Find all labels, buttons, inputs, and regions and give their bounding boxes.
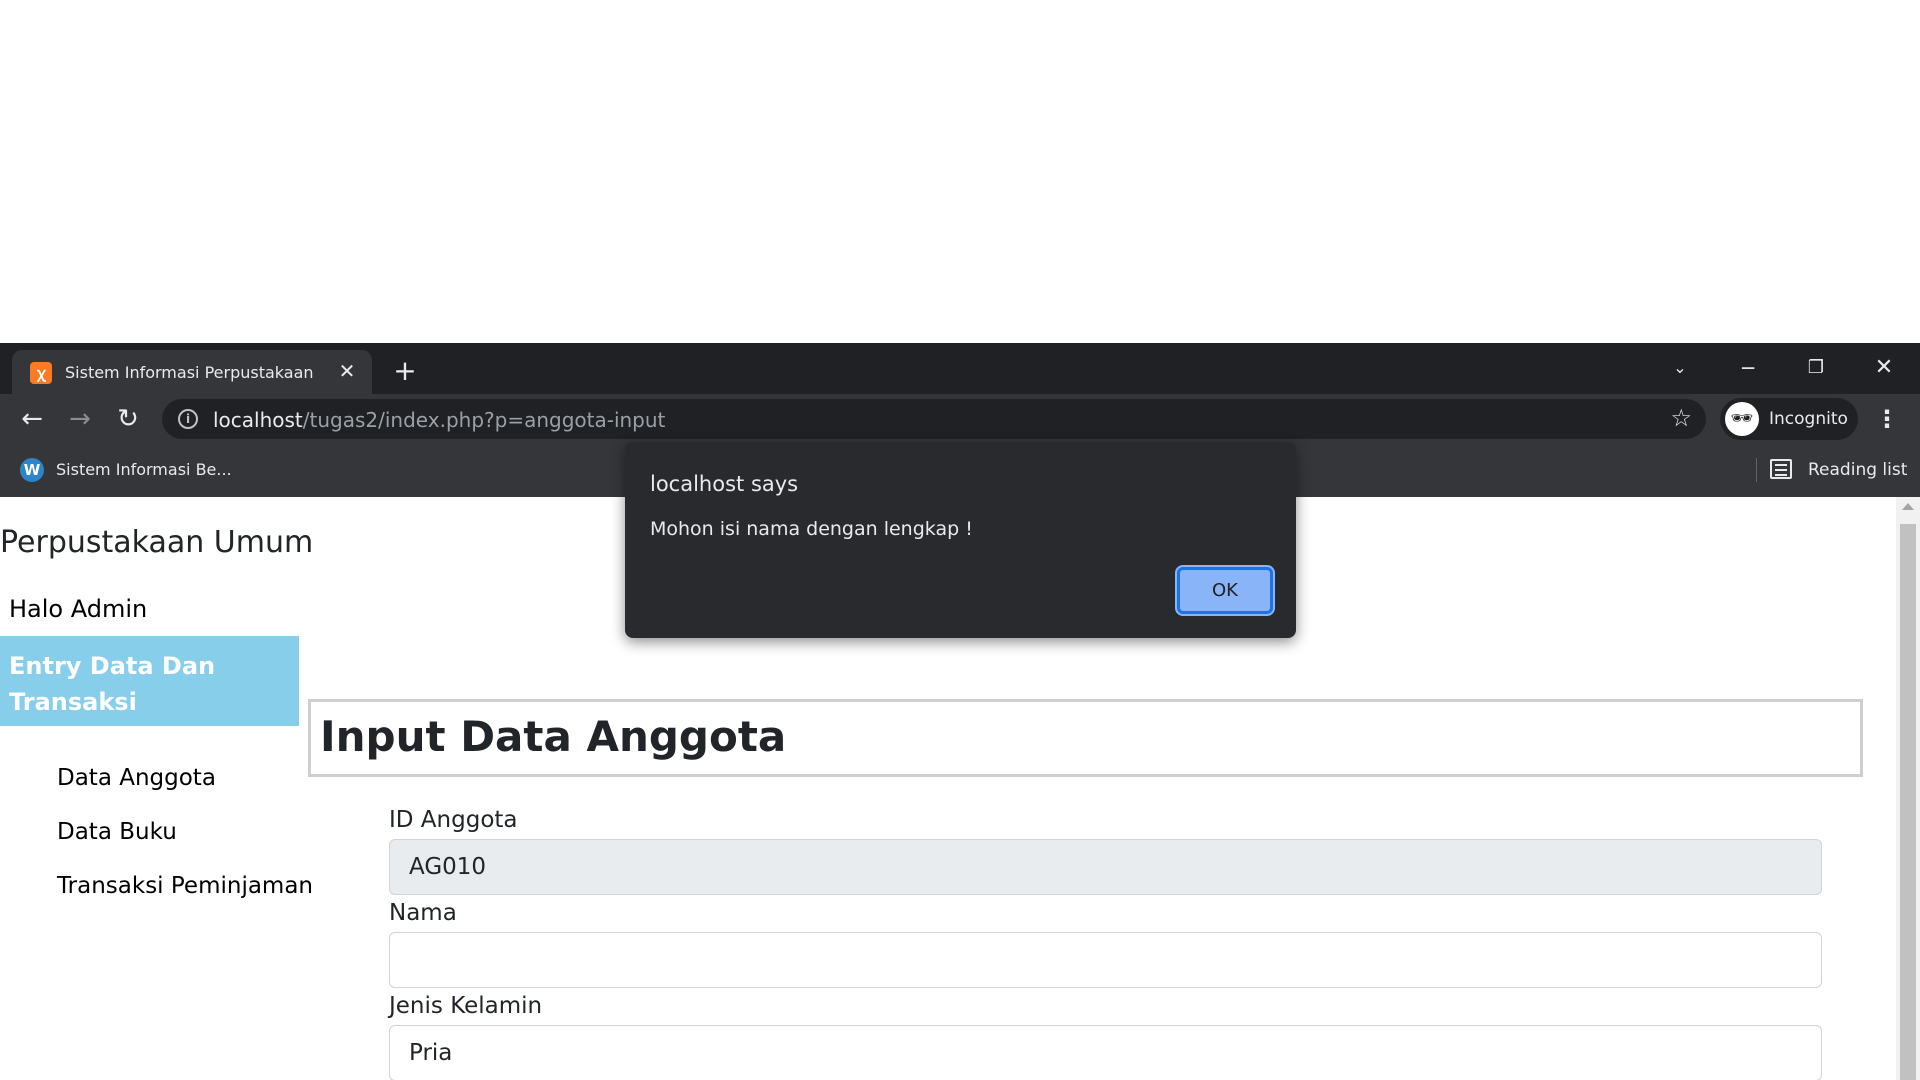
bookmark-star-icon[interactable]: ☆ (1670, 404, 1692, 432)
incognito-label: Incognito (1769, 409, 1848, 429)
site-brand[interactable]: Perpustakaan Umum (0, 525, 313, 560)
reload-icon[interactable]: ↻ (113, 404, 143, 434)
scroll-up-icon[interactable] (1902, 503, 1914, 510)
close-window-icon[interactable]: ✕ (1864, 353, 1904, 383)
bookmarks-divider (1756, 458, 1757, 482)
page-heading-box: Input Data Anggota (308, 699, 1863, 777)
scroll-thumb[interactable] (1900, 524, 1916, 1080)
sidebar-item-entry-data[interactable]: Entry Data Dan Transaksi (0, 636, 299, 726)
page-title: Input Data Anggota (320, 712, 787, 761)
jenis-kelamin-select[interactable]: Pria (389, 1025, 1822, 1080)
minimize-icon[interactable]: ─ (1728, 353, 1768, 383)
jenis-kelamin-label: Jenis Kelamin (389, 993, 543, 1019)
browser-tab[interactable]: ꭓ Sistem Informasi Perpustakaan ✕ (12, 350, 372, 394)
browser-toolbar: ← → ↻ i localhost/tugas2/index.php?p=ang… (0, 394, 1920, 444)
nama-label: Nama (389, 900, 457, 926)
sidebar-greeting[interactable]: Halo Admin (9, 595, 147, 623)
bookmark-label: Sistem Informasi Be... (56, 460, 232, 479)
tab-search-icon[interactable]: ⌄ (1660, 353, 1700, 383)
tab-title: Sistem Informasi Perpustakaan (65, 363, 314, 382)
ok-button[interactable]: OK (1177, 567, 1273, 614)
screen: ꭓ Sistem Informasi Perpustakaan ✕ + ⌄ ─ … (0, 0, 1920, 1080)
address-url: localhost/tugas2/index.php?p=anggota-inp… (213, 408, 665, 432)
reading-list-icon (1770, 459, 1792, 479)
incognito-profile-button[interactable]: 🕶 Incognito (1720, 398, 1858, 440)
alert-dialog: localhost says Mohon isi nama dengan len… (625, 442, 1296, 638)
url-host: localhost (213, 408, 303, 432)
sidebar-subitem-data-buku[interactable]: Data Buku (57, 819, 177, 845)
sidebar-subitem-data-anggota[interactable]: Data Anggota (57, 765, 216, 791)
wordpress-icon: W (20, 458, 44, 482)
page-scrollbar[interactable] (1896, 497, 1920, 1080)
close-tab-icon[interactable]: ✕ (336, 360, 358, 382)
dialog-title: localhost says (650, 472, 799, 496)
sidebar-subitem-transaksi[interactable]: Transaksi Peminjaman (57, 873, 313, 899)
sidebar-item-label: Entry Data Dan Transaksi (9, 652, 216, 716)
id-anggota-field[interactable]: AG010 (389, 839, 1822, 895)
browser-menu-icon[interactable]: ⋮ (1872, 404, 1902, 434)
dialog-message: Mohon isi nama dengan lengkap ! (650, 518, 973, 540)
new-tab-button[interactable]: + (390, 357, 420, 387)
incognito-icon: 🕶 (1725, 402, 1759, 436)
url-path: /tugas2/index.php?p=anggota-input (302, 408, 666, 432)
site-info-icon[interactable]: i (178, 409, 198, 429)
back-icon[interactable]: ← (17, 404, 47, 434)
xampp-icon: ꭓ (30, 362, 52, 384)
id-anggota-label: ID Anggota (389, 807, 518, 833)
restore-icon[interactable]: ❐ (1796, 353, 1836, 383)
nama-field[interactable] (389, 932, 1822, 988)
reading-list-label: Reading list (1808, 460, 1908, 480)
address-bar[interactable]: i localhost/tugas2/index.php?p=anggota-i… (162, 399, 1706, 439)
tab-strip: ꭓ Sistem Informasi Perpustakaan ✕ + ⌄ ─ … (0, 343, 1920, 394)
forward-icon[interactable]: → (65, 404, 95, 434)
